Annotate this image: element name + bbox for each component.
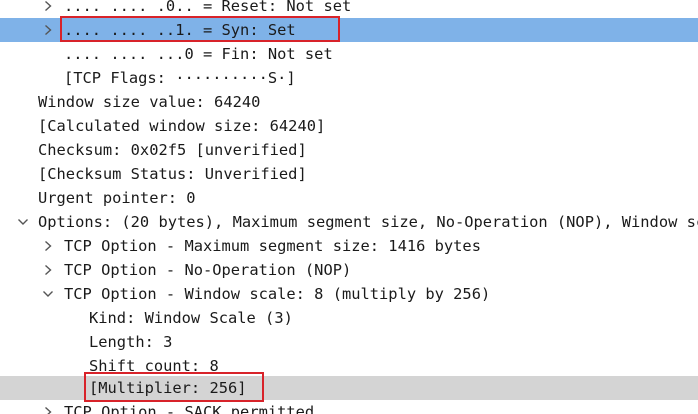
tree-row-tcp-flags-summary[interactable]: [TCP Flags: ··········S·] (0, 66, 698, 90)
tree-row-syn-flag[interactable]: .... .... ..1. = Syn: Set (0, 18, 698, 42)
tree-row-ws-length[interactable]: Length: 3 (0, 330, 698, 354)
tree-row-ws-kind[interactable]: Kind: Window Scale (3) (0, 306, 698, 330)
tree-row-ws-shift-count[interactable]: Shift count: 8 (0, 354, 698, 378)
tree-row-options[interactable]: Options: (20 bytes), Maximum segment siz… (0, 210, 698, 234)
tree-row-label: .... .... .0.. = Reset: Not set (64, 0, 352, 15)
tree-row-label: [TCP Flags: ··········S·] (64, 69, 296, 87)
tree-row-urgent-pointer[interactable]: Urgent pointer: 0 (0, 186, 698, 210)
tree-row-label: [Checksum Status: Unverified] (38, 165, 307, 183)
chevron-down-icon[interactable] (17, 210, 29, 234)
packet-details-tree: .... .... .0.. = Reset: Not set .... ...… (0, 0, 698, 414)
chevron-down-icon[interactable] (42, 282, 54, 306)
tree-row-label: TCP Option - SACK permitted (64, 403, 315, 414)
tree-row-label: [Calculated window size: 64240] (38, 117, 326, 135)
tree-row-label: .... .... ..1. = Syn: Set (64, 21, 296, 39)
chevron-right-icon[interactable] (43, 400, 55, 414)
tree-row-label: Length: 3 (89, 333, 173, 351)
chevron-right-icon[interactable] (43, 258, 55, 282)
tree-row-option-sack-permitted[interactable]: TCP Option - SACK permitted (0, 400, 698, 414)
tree-row-fin-flag[interactable]: .... .... ...0 = Fin: Not set (0, 42, 698, 66)
tree-row-label: Options: (20 bytes), Maximum segment siz… (38, 213, 698, 231)
tree-row-label: [Multiplier: 256] (89, 379, 247, 397)
tree-row-reset-flag[interactable]: .... .... .0.. = Reset: Not set (0, 0, 698, 18)
chevron-right-icon[interactable] (43, 0, 55, 18)
tree-row-label: Urgent pointer: 0 (38, 189, 196, 207)
tree-row-label: TCP Option - Maximum segment size: 1416 … (64, 237, 481, 255)
tree-row-checksum[interactable]: Checksum: 0x02f5 [unverified] (0, 138, 698, 162)
tree-row-option-mss[interactable]: TCP Option - Maximum segment size: 1416 … (0, 234, 698, 258)
tree-row-window-size-value[interactable]: Window size value: 64240 (0, 90, 698, 114)
chevron-right-icon[interactable] (43, 18, 55, 42)
tree-row-label: .... .... ...0 = Fin: Not set (64, 45, 333, 63)
tree-row-option-nop[interactable]: TCP Option - No-Operation (NOP) (0, 258, 698, 282)
tree-row-label: Shift count: 8 (89, 357, 219, 375)
tree-row-option-window-scale[interactable]: TCP Option - Window scale: 8 (multiply b… (0, 282, 698, 306)
tree-row-label: TCP Option - Window scale: 8 (multiply b… (64, 285, 491, 303)
tree-row-label: Kind: Window Scale (3) (89, 309, 293, 327)
tree-row-checksum-status[interactable]: [Checksum Status: Unverified] (0, 162, 698, 186)
tree-row-label: Window size value: 64240 (38, 93, 261, 111)
tree-row-calculated-window-size[interactable]: [Calculated window size: 64240] (0, 114, 698, 138)
tree-row-label: Checksum: 0x02f5 [unverified] (38, 141, 307, 159)
chevron-right-icon[interactable] (43, 234, 55, 258)
tree-row-ws-multiplier[interactable]: [Multiplier: 256] (0, 376, 698, 400)
tree-row-label: TCP Option - No-Operation (NOP) (64, 261, 352, 279)
